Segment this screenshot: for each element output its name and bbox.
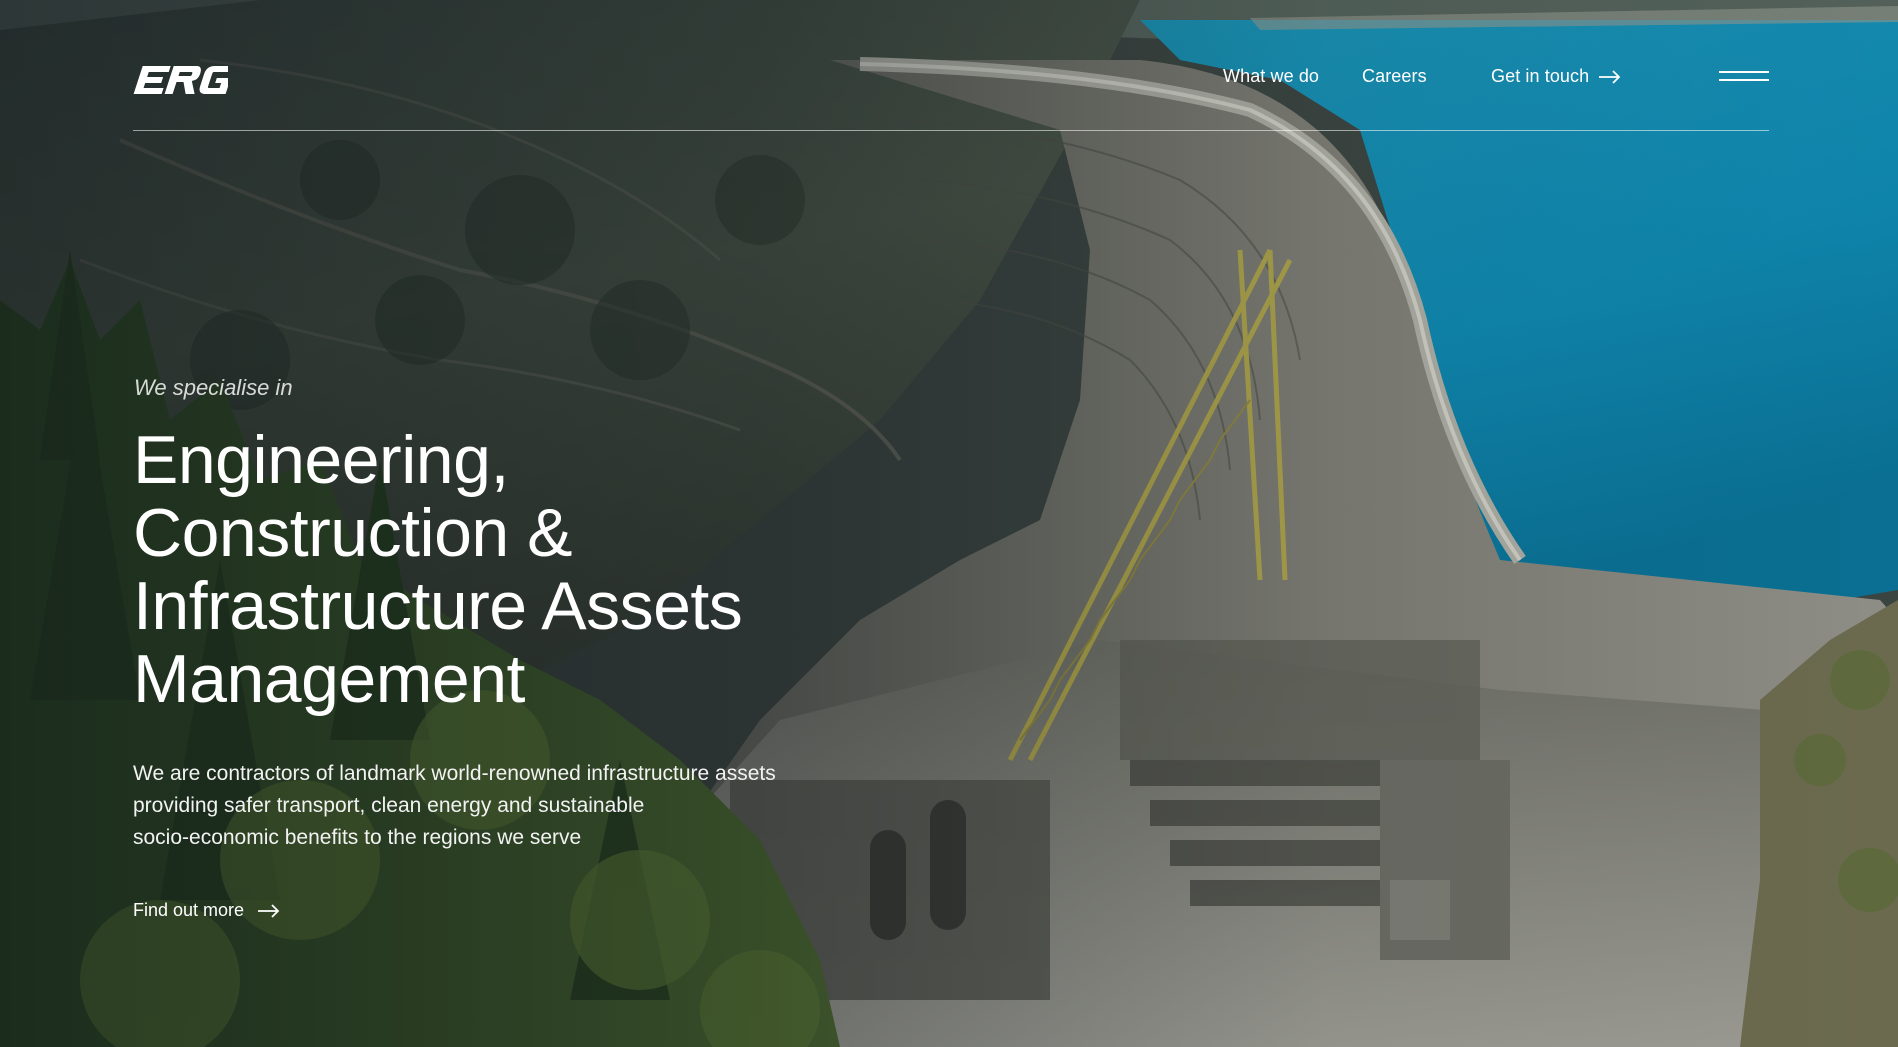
nav-what-we-do[interactable]: What we do	[1223, 66, 1319, 87]
menu-line-top	[1719, 71, 1769, 73]
nav-get-in-touch-label: Get in touch	[1491, 66, 1590, 86]
find-out-more-label: Find out more	[133, 900, 245, 920]
hero-headline: Engineering, Construction & Infrastructu…	[133, 424, 893, 716]
find-out-more-link[interactable]: Find out more	[133, 900, 280, 921]
headline-line: Engineering,	[133, 422, 509, 498]
headline-line: Management	[133, 641, 525, 717]
intro-line: providing safer transport, clean energy …	[133, 794, 645, 817]
nav-careers[interactable]: Careers	[1362, 66, 1427, 87]
hero-eyebrow: We specialise in	[134, 375, 293, 400]
hero-intro-text: We are contractors of landmark world-ren…	[133, 758, 893, 854]
logo-mark-icon	[133, 66, 228, 94]
company-logo[interactable]	[133, 62, 228, 98]
arrow-right-icon	[258, 903, 280, 918]
headline-line: Infrastructure Assets	[133, 568, 743, 644]
intro-line: socio-economic benefits to the regions w…	[133, 826, 582, 849]
menu-line-bottom	[1719, 79, 1769, 81]
nav-get-in-touch[interactable]: Get in touch	[1491, 66, 1621, 87]
arrow-right-icon	[1599, 69, 1621, 84]
hamburger-menu-icon[interactable]	[1719, 66, 1769, 88]
intro-line: We are contractors of landmark world-ren…	[133, 762, 776, 785]
headline-line: Construction &	[133, 495, 572, 571]
header-divider	[133, 130, 1769, 131]
